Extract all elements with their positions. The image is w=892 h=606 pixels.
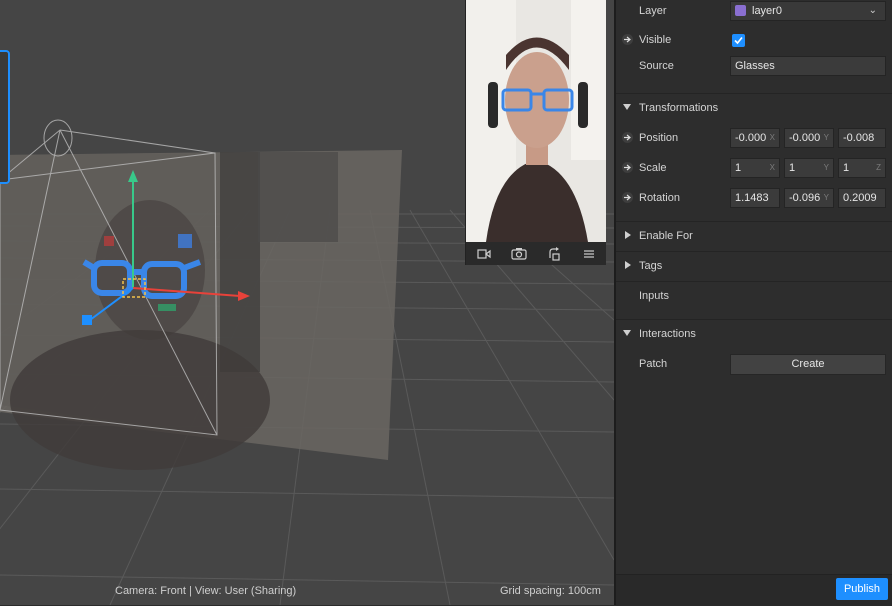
layer-label: Layer — [639, 5, 667, 17]
tags-header[interactable]: Tags — [616, 251, 892, 281]
source-row: Source Glasses — [616, 51, 892, 81]
position-row: Position -0.000 X -0.000 Y -0.008 — [616, 123, 892, 153]
inputs-label: Inputs — [639, 290, 669, 302]
scale-x-value: 1 — [735, 162, 742, 174]
position-x-field[interactable]: -0.000 X — [730, 128, 780, 148]
axis-z-label: Z — [876, 163, 881, 172]
preview-video — [466, 0, 606, 242]
interactions-label: Interactions — [639, 328, 696, 340]
layer-dropdown[interactable]: layer0 ⌄ — [730, 1, 886, 21]
rotation-row: Rotation 1.1483 -0.096 Y 0.2009 — [616, 183, 892, 213]
enable-for-header[interactable]: Enable For — [616, 221, 892, 251]
switch-camera-icon[interactable] — [508, 245, 530, 263]
chevron-down-icon: ⌄ — [868, 5, 877, 16]
scene-viewport[interactable]: Camera: Front | View: User (Sharing) Gri… — [0, 0, 614, 605]
inputs-row: Inputs — [616, 281, 892, 311]
position-label: Position — [639, 132, 679, 144]
position-z-value: -0.008 — [843, 132, 875, 144]
patch-row: Patch Create — [616, 349, 892, 379]
layer-row: Layer layer0 ⌄ — [616, 0, 892, 26]
scale-row: Scale 1X 1Y 1Z — [616, 153, 892, 183]
rotation-x-field[interactable]: 1.1483 — [730, 188, 780, 208]
source-label: Source — [639, 60, 674, 72]
scale-y-value: 1 — [789, 162, 796, 174]
grid-spacing-status: Grid spacing: 100cm — [500, 585, 601, 597]
rotation-label: Rotation — [639, 192, 680, 204]
collapse-triangle-icon — [623, 104, 631, 110]
layer-swatch — [735, 5, 746, 16]
patch-label: Patch — [639, 358, 668, 370]
rotation-y-field[interactable]: -0.096 Y — [784, 188, 834, 208]
inspector-panel: Layer layer0 ⌄ Visible Source Glasses Tr… — [616, 0, 892, 606]
rotation-y-value: -0.096 — [789, 192, 821, 204]
connect-arrow-icon[interactable] — [622, 192, 633, 203]
position-y-field[interactable]: -0.000 Y — [784, 128, 834, 148]
connect-arrow-icon[interactable] — [622, 34, 633, 45]
scale-y-field[interactable]: 1Y — [784, 158, 834, 178]
rotation-z-field[interactable]: 0.2009 — [838, 188, 886, 208]
create-patch-button[interactable]: Create — [730, 354, 886, 375]
visible-checkbox[interactable] — [732, 34, 745, 47]
transformations-label: Transformations — [639, 102, 719, 114]
camera-preview — [465, 0, 606, 265]
scale-z-field[interactable]: 1Z — [838, 158, 886, 178]
face-silhouette — [95, 200, 205, 340]
position-y-value: -0.000 — [789, 132, 821, 144]
source-field[interactable]: Glasses — [730, 56, 886, 76]
axis-x-label: X — [769, 163, 775, 172]
tags-label: Tags — [639, 260, 663, 272]
enable-for-label: Enable For — [639, 230, 693, 242]
axis-y-label: Y — [823, 133, 829, 142]
expand-triangle-icon — [625, 231, 631, 239]
publish-button[interactable]: Publish — [836, 578, 888, 600]
interactions-header[interactable]: Interactions — [616, 319, 892, 349]
preview-toolbar — [466, 242, 606, 265]
position-x-value: -0.000 — [735, 132, 767, 144]
expand-triangle-icon — [625, 261, 631, 269]
connect-arrow-icon[interactable] — [622, 132, 633, 143]
menu-icon[interactable] — [578, 245, 600, 263]
camera-icon[interactable] — [473, 245, 495, 263]
axis-y-label: Y — [823, 163, 829, 172]
rotation-x-value: 1.1483 — [735, 192, 769, 204]
layer-value: layer0 — [752, 5, 782, 17]
rotate-icon[interactable] — [543, 245, 565, 263]
scale-label: Scale — [639, 162, 667, 174]
position-z-field[interactable]: -0.008 — [838, 128, 886, 148]
collapse-triangle-icon — [623, 330, 631, 336]
scale-z-value: 1 — [843, 162, 850, 174]
transformations-header[interactable]: Transformations — [616, 93, 892, 123]
axis-x-label: X — [769, 133, 775, 142]
connect-arrow-icon[interactable] — [622, 162, 633, 173]
rotation-z-value: 0.2009 — [843, 192, 877, 204]
scale-x-field[interactable]: 1X — [730, 158, 780, 178]
axis-y-label: Y — [823, 193, 829, 202]
left-panel-tab[interactable] — [0, 50, 10, 184]
camera-view-status: Camera: Front | View: User (Sharing) — [115, 585, 297, 597]
